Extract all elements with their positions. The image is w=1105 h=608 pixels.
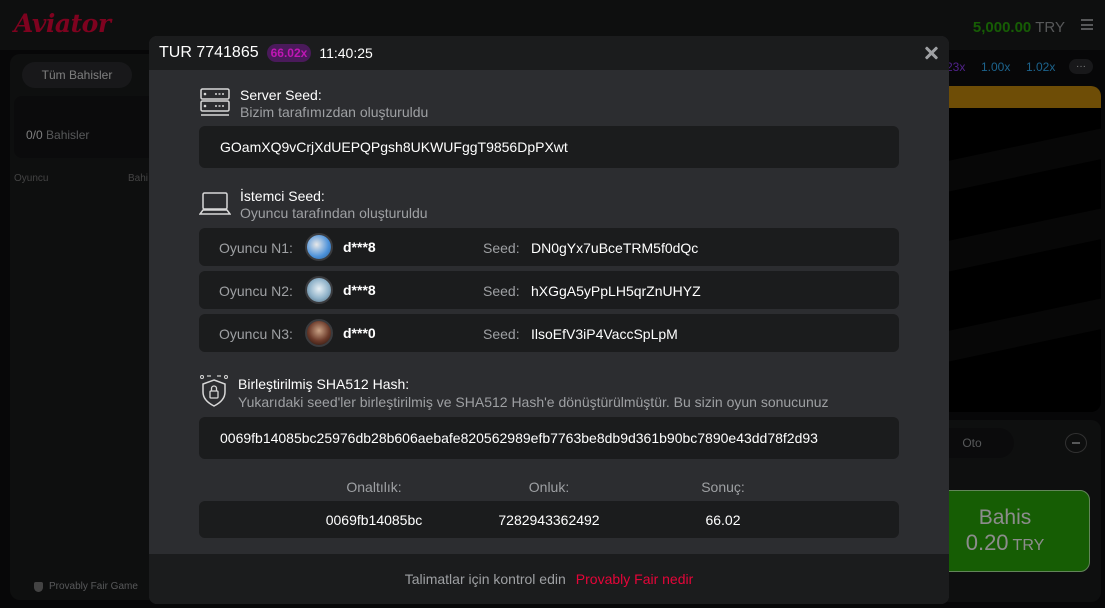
result-value: 66.02 (705, 512, 741, 528)
instructions-text: Talimatlar için kontrol edin (404, 571, 566, 587)
provably-fair-link[interactable]: Provably Fair nedir (576, 571, 694, 587)
player-name: d***0 (343, 325, 376, 341)
seed-label: Seed: (483, 240, 520, 256)
client-seed-title: İstemci Seed: (240, 188, 325, 204)
decimal-label: Onluk: (528, 479, 570, 495)
result-row: 0069fb14085bc 7282943362492 66.02 (199, 501, 899, 538)
hash-subtitle: Yukarıdaki seed'ler birleştirilmiş ve SH… (238, 394, 829, 410)
player-label: Oyuncu N1: (219, 240, 293, 256)
seed-label: Seed: (483, 326, 520, 342)
player-row: Oyuncu N3: d***0 Seed: IlsoEfV3iP4VaccSp… (199, 314, 899, 352)
close-icon[interactable] (923, 45, 939, 61)
player-name: d***8 (343, 282, 376, 298)
hex-label: Onaltılık: (346, 479, 402, 495)
round-title: TUR 7741865 (159, 44, 259, 61)
avatar (305, 233, 333, 261)
provably-fair-modal: TUR 7741865 66.02x 11:40:25 Server Seed:… (149, 36, 949, 604)
round-time: 11:40:25 (319, 45, 373, 61)
modal-footer: Talimatlar için kontrol edin Provably Fa… (149, 554, 949, 604)
decimal-value: 7282943362492 (498, 512, 600, 528)
player-label: Oyuncu N2: (219, 283, 293, 299)
player-seed: DN0gYx7uBceTRM5f0dQc (531, 240, 699, 256)
multiplier-badge: 66.02x (266, 44, 312, 62)
modal-header: TUR 7741865 66.02x 11:40:25 (149, 36, 949, 70)
server-seed-title: Server Seed: (240, 87, 322, 103)
result-label: Sonuç: (701, 479, 745, 495)
server-seed-subtitle: Bizim tarafımızdan oluşturuldu (240, 104, 429, 120)
avatar (305, 276, 333, 304)
avatar (305, 319, 333, 347)
player-row: Oyuncu N2: d***8 Seed: hXGgA5yPpLH5qrZnU… (199, 271, 899, 309)
server-icon (200, 88, 230, 116)
laptop-icon (199, 192, 231, 215)
shield-lock-icon (200, 375, 228, 407)
server-seed-value: GOamXQ9vCrjXdUEPQPgsh8UKWUFggT9856DpPXwt (199, 126, 899, 168)
client-seed-subtitle: Oyuncu tarafından oluşturuldu (240, 205, 428, 221)
player-seed: hXGgA5yPpLH5qrZnUHYZ (531, 283, 701, 299)
seed-label: Seed: (483, 283, 520, 299)
hash-value: 0069fb14085bc25976db28b606aebafe82056298… (199, 417, 899, 459)
player-seed: IlsoEfV3iP4VaccSpLpM (531, 326, 678, 342)
player-row: Oyuncu N1: d***8 Seed: DN0gYx7uBceTRM5f0… (199, 228, 899, 266)
player-name: d***8 (343, 239, 376, 255)
hash-title: Birleştirilmiş SHA512 Hash: (238, 376, 410, 392)
hex-value: 0069fb14085bc (325, 512, 423, 528)
player-label: Oyuncu N3: (219, 326, 293, 342)
